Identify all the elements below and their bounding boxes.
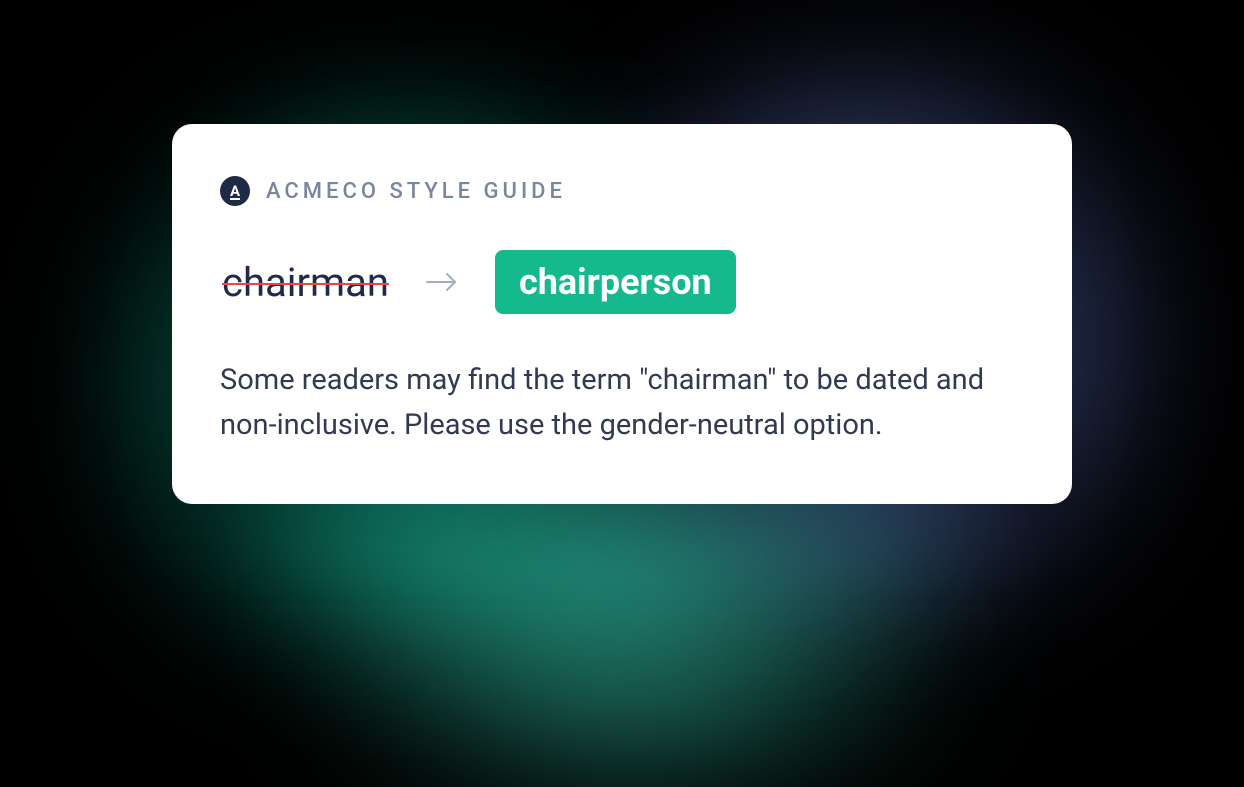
brand-badge-icon: A bbox=[220, 176, 250, 206]
term-suggestion-row: chairman chairperson bbox=[222, 250, 1024, 314]
underline-icon bbox=[230, 198, 240, 200]
stage: A ACMECO STYLE GUIDE chairman chairperso… bbox=[0, 0, 1244, 787]
guide-title: ACMECO STYLE GUIDE bbox=[266, 179, 566, 204]
original-term: chairman bbox=[222, 259, 389, 306]
arrow-right-icon bbox=[425, 269, 459, 295]
style-guide-card: A ACMECO STYLE GUIDE chairman chairperso… bbox=[172, 124, 1072, 504]
brand-badge-letter: A bbox=[230, 184, 240, 199]
suggested-term: chairperson bbox=[495, 250, 736, 314]
explanation-text: Some readers may find the term "chairman… bbox=[220, 358, 1024, 448]
card-header: A ACMECO STYLE GUIDE bbox=[220, 176, 1024, 206]
